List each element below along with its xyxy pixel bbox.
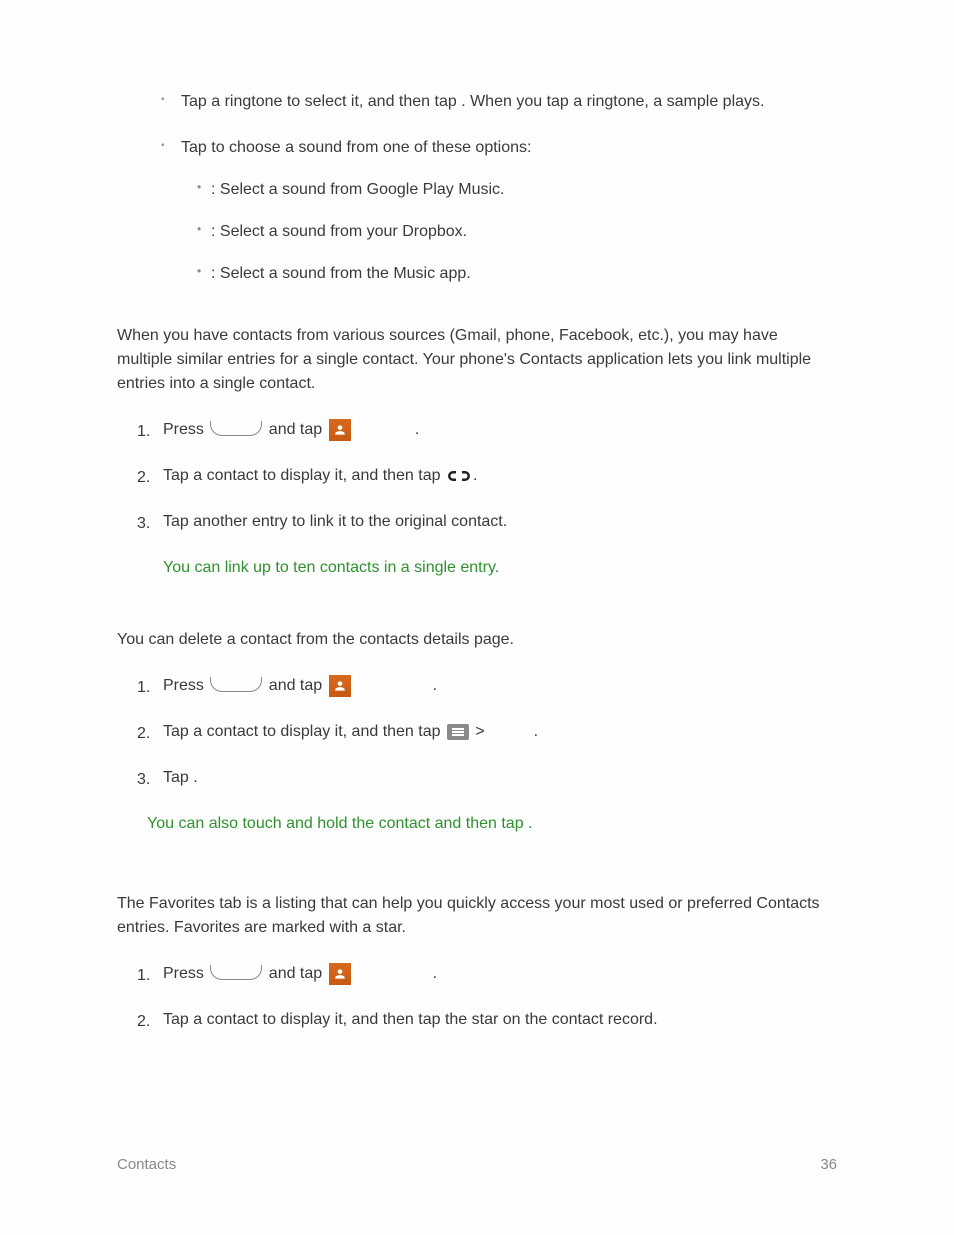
text: Tap a contact to display it, and then ta… xyxy=(163,720,445,744)
text: Tap a contact to display it, and then ta… xyxy=(163,1011,658,1028)
favorites-intro: The Favorites tab is a listing that can … xyxy=(117,892,837,940)
text: : Select a sound from Google Play Music. xyxy=(211,181,504,198)
text: . xyxy=(415,418,419,442)
sound-source-list: : Select a sound from Google Play Music.… xyxy=(181,178,837,286)
text: You can also touch and hold the contact … xyxy=(147,815,528,832)
list-item: Press and tap . xyxy=(163,674,837,698)
text: and tap xyxy=(264,418,326,442)
home-button-icon xyxy=(210,965,262,980)
text: > xyxy=(471,720,489,744)
link-contacts-intro: When you have contacts from various sour… xyxy=(117,324,837,396)
text: . xyxy=(534,720,538,744)
home-button-icon xyxy=(210,421,262,436)
text: . xyxy=(473,464,477,488)
ringtone-options-list: Tap a ringtone to select it, and then ta… xyxy=(117,90,837,286)
text: and tap xyxy=(264,674,326,698)
list-item: : Select a sound from your Dropbox. xyxy=(211,220,837,244)
delete-contact-steps: Press and tap . Tap a contact to display… xyxy=(117,674,837,790)
contacts-app-icon xyxy=(329,963,351,985)
page-footer: Contacts 36 xyxy=(117,1156,837,1173)
text: Press xyxy=(163,962,208,986)
delete-contact-intro: You can delete a contact from the contac… xyxy=(117,628,837,652)
footer-page-number: 36 xyxy=(820,1156,837,1173)
contacts-app-icon xyxy=(329,675,351,697)
link-note: You can link up to ten contacts in a sin… xyxy=(117,556,837,580)
text: to choose a sound from one of these opti… xyxy=(211,139,531,156)
text: Tap xyxy=(181,139,211,156)
menu-icon xyxy=(447,724,469,740)
text: : Select a sound from the Music app. xyxy=(211,265,471,282)
text: Tap a ringtone to select it, and then ta… xyxy=(181,93,461,110)
delete-note: You can also touch and hold the contact … xyxy=(117,812,837,836)
link-contacts-steps: Press and tap . Tap a contact to display… xyxy=(117,418,837,534)
text: Press xyxy=(163,418,208,442)
contacts-app-icon xyxy=(329,419,351,441)
link-icon xyxy=(447,469,471,483)
footer-section: Contacts xyxy=(117,1156,176,1173)
text: . xyxy=(433,674,437,698)
text: Press xyxy=(163,674,208,698)
list-item: Press and tap . xyxy=(163,962,837,986)
list-item: : Select a sound from Google Play Music. xyxy=(211,178,837,202)
list-item: Press and tap . xyxy=(163,418,837,442)
list-item: Tap to choose a sound from one of these … xyxy=(181,136,837,286)
text: . xyxy=(528,815,532,832)
text: . xyxy=(193,769,197,786)
text: . xyxy=(433,962,437,986)
text: and tap xyxy=(264,962,326,986)
list-item: Tap a contact to display it, and then ta… xyxy=(163,1008,837,1032)
text: : Select a sound from your Dropbox. xyxy=(211,223,467,240)
list-item: Tap a ringtone to select it, and then ta… xyxy=(181,90,837,114)
list-item: : Select a sound from the Music app. xyxy=(211,262,837,286)
list-item: Tap another entry to link it to the orig… xyxy=(163,510,837,534)
list-item: Tap . xyxy=(163,766,837,790)
home-button-icon xyxy=(210,677,262,692)
text: . When you tap a ringtone, a sample play… xyxy=(461,93,764,110)
text: Tap xyxy=(163,769,193,786)
list-item: Tap a contact to display it, and then ta… xyxy=(163,720,837,744)
text: Tap another entry to link it to the orig… xyxy=(163,513,507,530)
list-item: Tap a contact to display it, and then ta… xyxy=(163,464,837,488)
favorites-steps: Press and tap . Tap a contact to display… xyxy=(117,962,837,1032)
text: Tap a contact to display it, and then ta… xyxy=(163,464,445,488)
page-content: Tap a ringtone to select it, and then ta… xyxy=(0,0,954,1104)
